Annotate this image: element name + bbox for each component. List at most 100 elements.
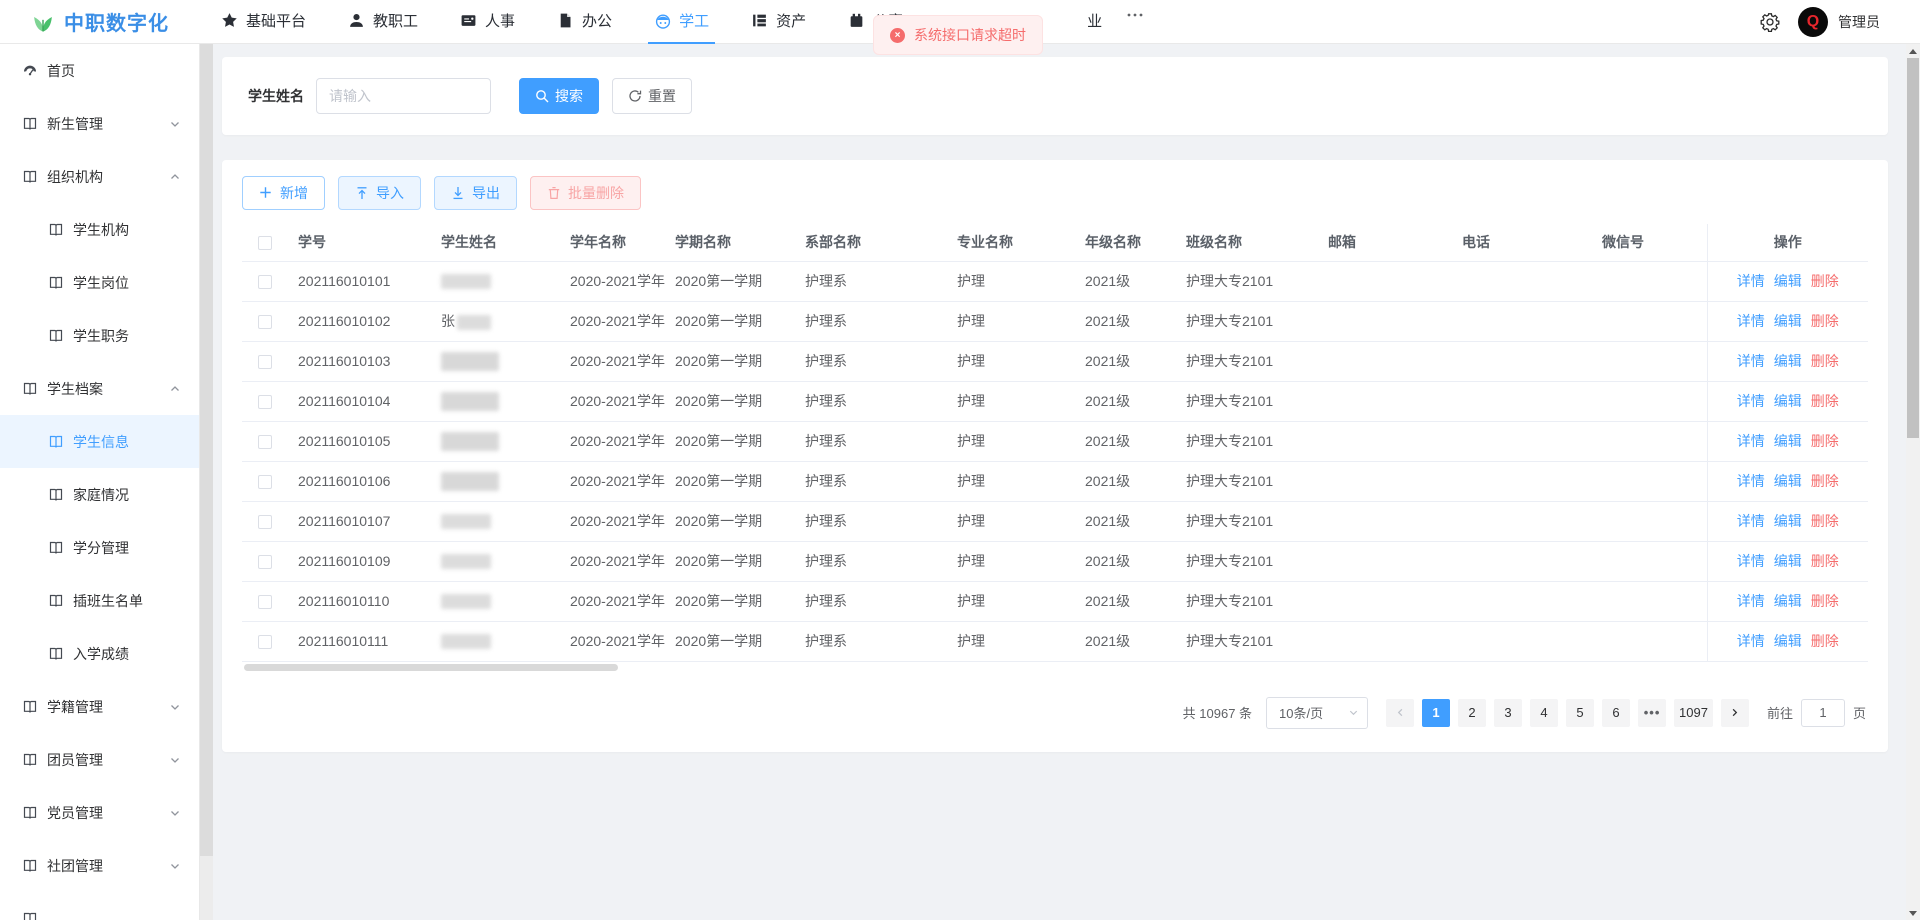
cell-class: 护理大专2101 [1176,461,1318,502]
action-link-删除[interactable]: 删除 [1811,271,1839,291]
sidebar-item-社团管理[interactable]: 社团管理 [0,839,199,892]
action-link-编辑[interactable]: 编辑 [1774,311,1802,331]
action-link-删除[interactable]: 删除 [1811,431,1839,451]
sidebar-item-插班生名单[interactable]: 插班生名单 [0,574,199,627]
scroll-up-arrow[interactable] [1906,44,1920,58]
action-link-详情[interactable]: 详情 [1737,271,1765,291]
action-link-详情[interactable]: 详情 [1737,631,1765,651]
action-link-删除[interactable]: 删除 [1811,351,1839,371]
action-link-删除[interactable]: 删除 [1811,311,1839,331]
row-checkbox[interactable] [258,275,272,290]
app-logo[interactable]: 中职数字化 [30,7,169,36]
column-header-班级名称: 班级名称 [1176,224,1318,262]
batch-delete-button[interactable]: 批量删除 [530,176,641,210]
sidebar-item-学生岗位[interactable]: 学生岗位 [0,256,199,309]
page-button-3[interactable]: 3 [1494,698,1523,727]
admin-label[interactable]: 管理员 [1838,12,1880,32]
action-link-删除[interactable]: 删除 [1811,391,1839,411]
action-link-详情[interactable]: 详情 [1737,551,1765,571]
row-checkbox[interactable] [258,635,272,650]
prev-page-button[interactable] [1386,698,1415,727]
sidebar-item-学籍管理[interactable]: 学籍管理 [0,680,199,733]
horizontal-scrollbar-thumb[interactable] [244,663,618,671]
action-link-详情[interactable]: 详情 [1737,591,1765,611]
nav-item-1[interactable]: 教职工 [342,0,424,44]
page-scrollbar-thumb[interactable] [1907,58,1919,438]
page-ellipsis-button[interactable]: ••• [1638,698,1667,727]
nav-item-2[interactable]: 人事 [454,0,521,44]
row-checkbox[interactable] [258,555,272,570]
action-link-删除[interactable]: 删除 [1811,511,1839,531]
sidebar-item-组织机构[interactable]: 组织机构 [0,150,199,203]
cell-grade: 2021级 [1075,261,1176,302]
sidebar-item-学生职务[interactable]: 学生职务 [0,309,199,362]
student-name-input[interactable] [316,78,491,114]
action-link-删除[interactable]: 删除 [1811,591,1839,611]
row-checkbox[interactable] [258,515,272,530]
nav-more-button[interactable] [1120,0,1157,44]
cell-dept: 护理系 [795,381,947,422]
page-button-5[interactable]: 5 [1566,698,1595,727]
sidebar-scrollbar[interactable] [200,44,213,920]
page-size-select[interactable]: 10条/页 [1266,696,1369,729]
sidebar-item-家庭情况[interactable]: 家庭情况 [0,468,199,521]
sidebar-item-党员管理[interactable]: 党员管理 [0,786,199,839]
add-button[interactable]: 新增 [242,176,325,210]
nav-item-0[interactable]: 基础平台 [215,0,312,44]
action-link-删除[interactable]: 删除 [1811,471,1839,491]
page-button-6[interactable]: 6 [1602,698,1631,727]
row-checkbox[interactable] [258,475,272,490]
next-page-button[interactable] [1720,698,1749,727]
sidebar-item-首页[interactable]: 首页 [0,44,199,97]
goto-page-input[interactable] [1800,698,1845,727]
nav-item-4[interactable]: 学工 [648,0,716,44]
action-link-详情[interactable]: 详情 [1737,471,1765,491]
import-button[interactable]: 导入 [338,176,421,210]
sidebar-item-新生管理[interactable]: 新生管理 [0,97,199,150]
sidebar-item-label: 插班生名单 [73,592,143,609]
sidebar-item-学生信息[interactable]: 学生信息 [0,415,199,468]
row-checkbox[interactable] [258,315,272,330]
sidebar-item-团员管理[interactable]: 团员管理 [0,733,199,786]
avatar[interactable]: Q [1798,6,1828,37]
row-checkbox[interactable] [258,355,272,370]
action-link-编辑[interactable]: 编辑 [1774,271,1802,291]
nav-item-3[interactable]: 办公 [551,0,618,44]
sidebar-item-学生档案[interactable]: 学生档案 [0,362,199,415]
scroll-down-arrow[interactable] [1906,906,1920,920]
action-link-详情[interactable]: 详情 [1737,431,1765,451]
action-link-编辑[interactable]: 编辑 [1774,631,1802,651]
action-link-详情[interactable]: 详情 [1737,391,1765,411]
action-link-编辑[interactable]: 编辑 [1774,351,1802,371]
page-scrollbar[interactable] [1906,44,1920,920]
action-link-详情[interactable]: 详情 [1737,351,1765,371]
reset-button[interactable]: 重置 [612,78,692,114]
row-checkbox[interactable] [258,395,272,410]
sidebar-item-学分管理[interactable]: 学分管理 [0,521,199,574]
action-link-编辑[interactable]: 编辑 [1774,471,1802,491]
sidebar-item-partial[interactable] [0,892,199,920]
row-checkbox[interactable] [258,435,272,450]
settings-gear-icon[interactable] [1760,12,1780,32]
select-all-checkbox[interactable] [258,236,272,251]
sidebar-item-入学成绩[interactable]: 入学成绩 [0,627,199,680]
search-button[interactable]: 搜索 [519,78,599,114]
page-button-4[interactable]: 4 [1530,698,1559,727]
action-link-详情[interactable]: 详情 [1737,511,1765,531]
sidebar-item-学生机构[interactable]: 学生机构 [0,203,199,256]
action-link-删除[interactable]: 删除 [1811,631,1839,651]
action-link-编辑[interactable]: 编辑 [1774,431,1802,451]
action-link-编辑[interactable]: 编辑 [1774,551,1802,571]
page-button-1[interactable]: 1 [1422,698,1451,727]
nav-item-5[interactable]: 资产 [745,0,812,44]
action-link-删除[interactable]: 删除 [1811,551,1839,571]
action-link-编辑[interactable]: 编辑 [1774,391,1802,411]
page-button-1097[interactable]: 1097 [1674,698,1713,727]
row-checkbox[interactable] [258,595,272,610]
export-button[interactable]: 导出 [434,176,517,210]
action-link-编辑[interactable]: 编辑 [1774,511,1802,531]
page-button-2[interactable]: 2 [1458,698,1487,727]
nav-item-7[interactable]: 业 [1081,0,1108,44]
action-link-编辑[interactable]: 编辑 [1774,591,1802,611]
action-link-详情[interactable]: 详情 [1737,311,1765,331]
